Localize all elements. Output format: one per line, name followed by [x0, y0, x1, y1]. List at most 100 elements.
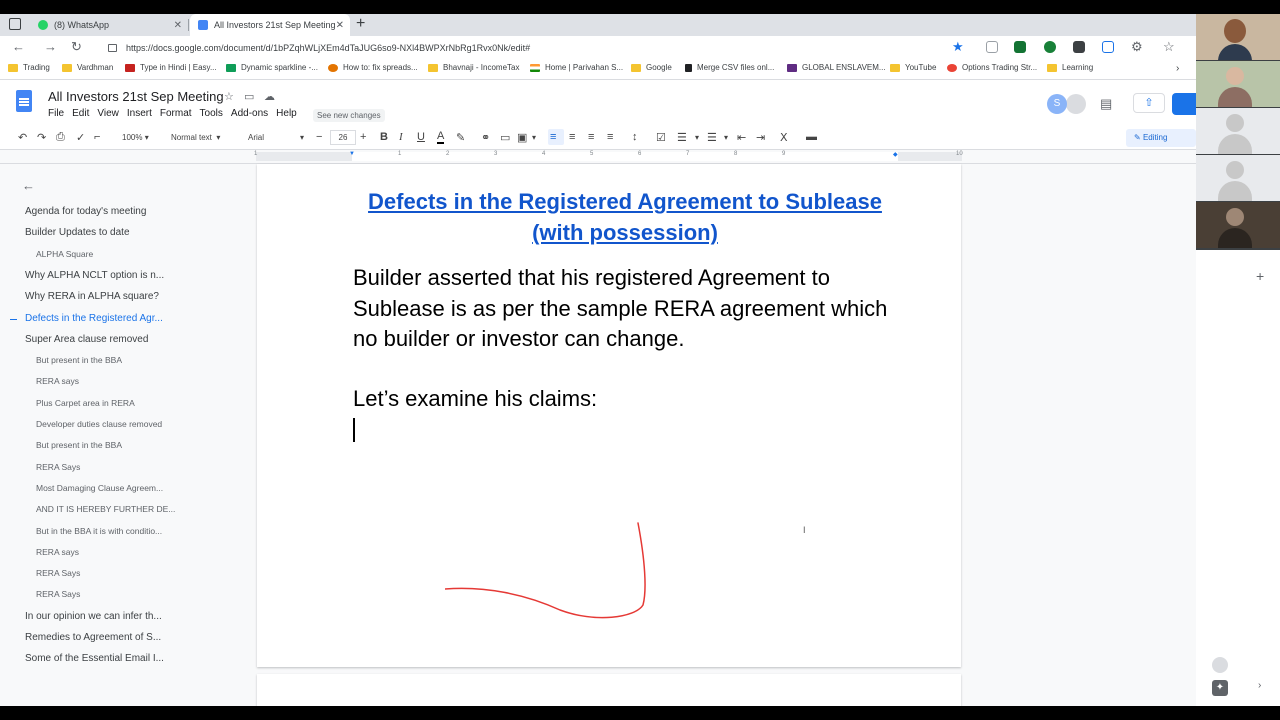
extension-icon[interactable] — [1044, 41, 1056, 53]
menu-insert[interactable]: Insert — [127, 108, 152, 119]
grammarly-icon[interactable] — [1212, 657, 1228, 673]
outline-item[interactable]: But present in the BBA — [36, 355, 122, 365]
puzzle-icon[interactable]: ⚙ — [1131, 39, 1143, 55]
justify-icon[interactable]: ≡ — [607, 131, 613, 143]
zoom-select[interactable]: 100% ▾ — [122, 133, 149, 142]
outline-item[interactable]: RERA says — [36, 376, 79, 386]
document-page[interactable]: Defects in the Registered Agreement to S… — [257, 164, 961, 667]
bookmark-item[interactable]: Merge CSV files onl... — [685, 63, 774, 72]
url-input[interactable]: https://docs.google.com/document/d/1bPZq… — [100, 38, 978, 58]
outline-item[interactable]: RERA Says — [36, 568, 80, 578]
bookmark-item[interactable]: Type in Hindi | Easy... — [125, 63, 217, 72]
explore-icon[interactable]: ✦ — [1212, 680, 1228, 696]
underline-icon[interactable]: U — [417, 131, 425, 143]
docs-logo-icon[interactable] — [16, 90, 32, 112]
menu-format[interactable]: Format — [160, 108, 192, 119]
decrease-indent-icon[interactable]: ⇤ — [737, 131, 746, 144]
bookmark-item[interactable]: Vardhman — [62, 63, 113, 72]
participant-tile[interactable] — [1196, 108, 1280, 154]
align-center-icon[interactable]: ≡ — [569, 131, 575, 143]
outline-item[interactable]: Why ALPHA NCLT option is n... — [25, 270, 164, 281]
present-button[interactable]: ⇧ — [1133, 93, 1165, 113]
bold-icon[interactable]: B — [380, 131, 388, 143]
align-left-icon[interactable]: ≡ — [550, 131, 556, 143]
participant-video[interactable] — [1196, 202, 1280, 248]
outline-item[interactable]: Developer duties clause removed — [36, 419, 162, 429]
image-icon[interactable]: ▣ — [517, 131, 527, 144]
move-folder-icon[interactable]: ▭ — [244, 90, 254, 103]
outline-item[interactable]: Some of the Essential Email I... — [25, 653, 164, 664]
document-title[interactable]: All Investors 21st Sep Meeting — [48, 89, 224, 104]
highlight-icon[interactable]: ✎ — [456, 131, 465, 144]
participant-video[interactable] — [1196, 14, 1280, 60]
undo-icon[interactable]: ↶ — [18, 131, 27, 144]
new-tab-button[interactable]: + — [356, 15, 365, 33]
menu-addons[interactable]: Add-ons — [231, 108, 268, 119]
text-color-icon[interactable]: A — [437, 131, 445, 144]
body-paragraph[interactable]: Builder asserted that his registered Agr… — [353, 263, 893, 355]
font-select[interactable]: Arial — [248, 133, 264, 142]
numbered-list-icon[interactable]: ☰ — [707, 131, 717, 144]
collaborator-avatar[interactable] — [1066, 94, 1086, 114]
bookmark-item[interactable]: GLOBAL ENSLAVEM... — [787, 63, 886, 72]
paint-format-icon[interactable]: ⌐ — [94, 131, 100, 143]
outline-item[interactable]: Most Damaging Clause Agreem... — [36, 483, 163, 493]
increase-indent-icon[interactable]: ⇥ — [756, 131, 765, 144]
menu-edit[interactable]: Edit — [72, 108, 89, 119]
link-icon[interactable]: ⚭ — [481, 131, 490, 144]
align-right-icon[interactable]: ≡ — [588, 131, 594, 143]
decrease-font-icon[interactable]: − — [316, 131, 322, 143]
chevron-down-icon[interactable]: ▾ — [695, 133, 699, 142]
close-icon[interactable]: ✕ — [174, 20, 182, 31]
tab-search-icon[interactable] — [9, 18, 21, 30]
outline-item[interactable]: Why RERA in ALPHA square? — [25, 291, 159, 302]
menu-file[interactable]: File — [48, 108, 64, 119]
font-size-input[interactable]: 26 — [330, 130, 356, 145]
redo-icon[interactable]: ↷ — [37, 131, 46, 144]
outline-item[interactable]: RERA Says — [36, 589, 80, 599]
participant-tile[interactable] — [1196, 155, 1280, 201]
bullet-list-icon[interactable]: ☰ — [677, 131, 687, 144]
outline-item[interactable]: Remedies to Agreement of S... — [25, 632, 161, 643]
menu-help[interactable]: Help — [276, 108, 297, 119]
outline-item[interactable]: RERA Says — [36, 462, 80, 472]
star-icon[interactable]: ☆ — [224, 90, 234, 103]
chevron-down-icon[interactable]: ▾ — [300, 133, 304, 142]
checklist-icon[interactable]: ☑ — [656, 131, 666, 144]
outline-item[interactable]: But present in the BBA — [36, 440, 122, 450]
tab-whatsapp[interactable]: (8) WhatsApp ✕ — [30, 14, 188, 36]
bookmark-item[interactable]: Home | Parivahan S... — [530, 63, 623, 72]
comments-icon[interactable]: ▤ — [1100, 96, 1112, 112]
extension-icon[interactable] — [1102, 41, 1114, 53]
chevron-right-icon[interactable]: › — [1176, 63, 1179, 74]
chevron-right-icon[interactable]: › — [1258, 680, 1261, 691]
add-icon[interactable]: + — [1256, 268, 1264, 284]
italic-icon[interactable]: I — [399, 131, 403, 143]
outline-item[interactable]: ALPHA Square — [36, 249, 93, 259]
reading-list-icon[interactable]: ☆ — [1163, 39, 1175, 55]
tab-docs[interactable]: All Investors 21st Sep Meeting - ✕ — [190, 14, 350, 36]
bookmark-item[interactable]: Options Trading Str... — [947, 63, 1037, 72]
input-tools-icon[interactable]: ▬ — [806, 131, 817, 143]
share-button[interactable] — [1172, 93, 1196, 115]
style-select[interactable]: Normal text ▾ — [171, 133, 220, 142]
extension-icon[interactable] — [986, 41, 998, 53]
outline-item[interactable]: Agenda for today's meeting — [25, 206, 146, 217]
back-arrow-icon[interactable]: ← — [22, 178, 35, 193]
extension-icon[interactable] — [1014, 41, 1026, 53]
chevron-down-icon[interactable]: ▾ — [724, 133, 728, 142]
see-new-changes-button[interactable]: See new changes — [313, 109, 385, 122]
cloud-status-icon[interactable]: ☁ — [264, 90, 275, 103]
bookmark-item[interactable]: Bhavnaji - IncomeTax — [428, 63, 519, 72]
slide-heading[interactable]: Defects in the Registered Agreement to S… — [353, 186, 897, 248]
clear-formatting-icon[interactable]: Ⅹ — [780, 131, 788, 144]
outline-item[interactable]: RERA says — [36, 547, 79, 557]
bookmark-item[interactable]: Dynamic sparkline -... — [226, 63, 318, 72]
collaborator-avatar[interactable]: S — [1047, 94, 1067, 114]
bookmark-item[interactable]: Google — [631, 63, 672, 72]
outline-item[interactable]: But in the BBA it is with conditio... — [36, 526, 162, 536]
bookmark-star-icon[interactable]: ★ — [952, 39, 964, 55]
spellcheck-icon[interactable]: ✓ — [76, 131, 85, 144]
bookmark-item[interactable]: Learning — [1047, 63, 1093, 72]
bookmark-item[interactable]: YouTube — [890, 63, 936, 72]
